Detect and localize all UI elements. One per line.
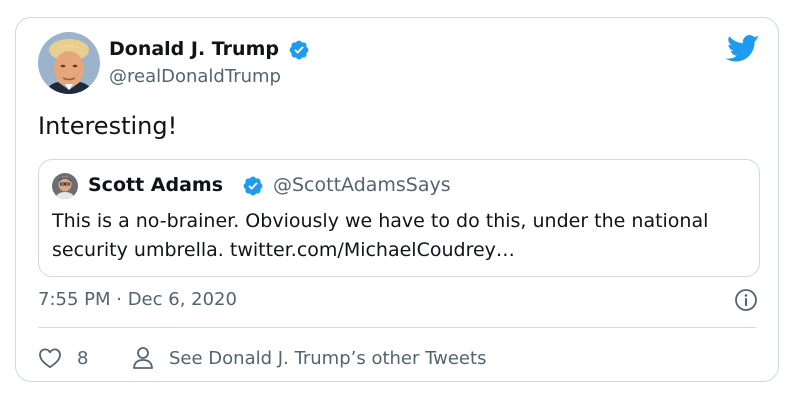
quoted-tweet-text: This is a no-brainer. Obviously we have … (52, 210, 709, 261)
see-other-tweets-label: See Donald J. Trump’s other Tweets (169, 347, 487, 369)
see-other-tweets-link[interactable]: See Donald J. Trump’s other Tweets (132, 344, 486, 372)
verified-badge-icon (242, 175, 264, 197)
author-name[interactable]: Donald J. Trump (109, 38, 279, 60)
author-avatar[interactable] (38, 32, 100, 94)
quoted-author-avatar[interactable] (52, 173, 78, 199)
twitter-bird-icon[interactable] (725, 34, 760, 64)
info-icon[interactable] (734, 288, 758, 312)
like-count: 8 (77, 347, 89, 369)
person-icon (132, 346, 154, 370)
tweet-timestamp[interactable]: 7:55 PM · Dec 6, 2020 (38, 289, 237, 310)
verified-badge-icon (288, 39, 310, 61)
quoted-author-handle[interactable]: @ScottAdamsSays (273, 174, 451, 196)
like-button[interactable]: 8 (38, 344, 88, 372)
tweet-text: Interesting! (38, 112, 178, 140)
author-handle[interactable]: @realDonaldTrump (109, 66, 281, 87)
tweet-card[interactable]: Donald J. Trump @realDonaldTrump Interes… (15, 17, 779, 382)
quoted-author-name[interactable]: Scott Adams (88, 174, 223, 196)
divider (38, 327, 756, 328)
quoted-tweet-card[interactable]: Scott Adams @ScottAdamsSays This is a no… (38, 159, 760, 277)
heart-icon (38, 347, 62, 369)
